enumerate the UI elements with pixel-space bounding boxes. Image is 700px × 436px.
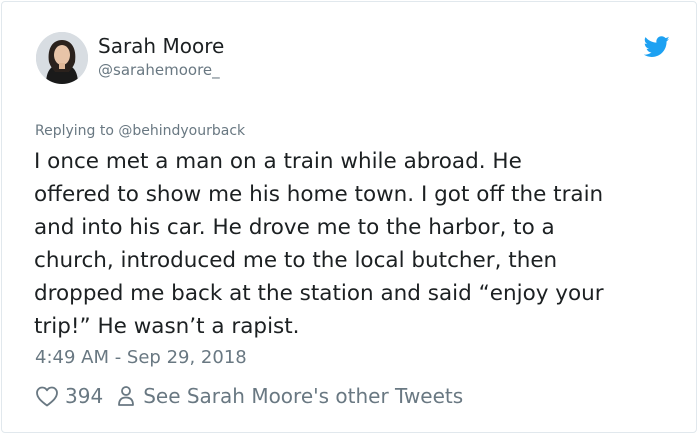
other-tweets-link[interactable]: See Sarah Moore's other Tweets <box>117 384 463 408</box>
avatar-image <box>36 32 88 84</box>
other-tweets-label: See Sarah Moore's other Tweets <box>143 384 464 408</box>
heart-icon <box>36 386 58 407</box>
tweet-timestamp[interactable]: 4:49 AM - Sep 29, 2018 <box>35 347 247 368</box>
author-name[interactable]: Sarah Moore <box>98 34 224 58</box>
tweet-text: I once met a man on a train while abroad… <box>34 149 604 339</box>
tweet-card: Sarah Moore @sarahemoore_ Replying to @b… <box>1 1 697 433</box>
avatar[interactable] <box>36 32 88 84</box>
replying-to-label[interactable]: Replying to @behindyourback <box>35 123 245 139</box>
like-button[interactable]: 394 <box>35 384 103 408</box>
person-icon <box>118 386 135 406</box>
tweet-actions: 394 See Sarah Moore's other Tweets <box>35 382 463 410</box>
author-handle[interactable]: @sarahemoore_ <box>98 61 220 79</box>
twitter-bird-icon[interactable] <box>644 36 670 58</box>
like-count: 394 <box>65 384 104 408</box>
